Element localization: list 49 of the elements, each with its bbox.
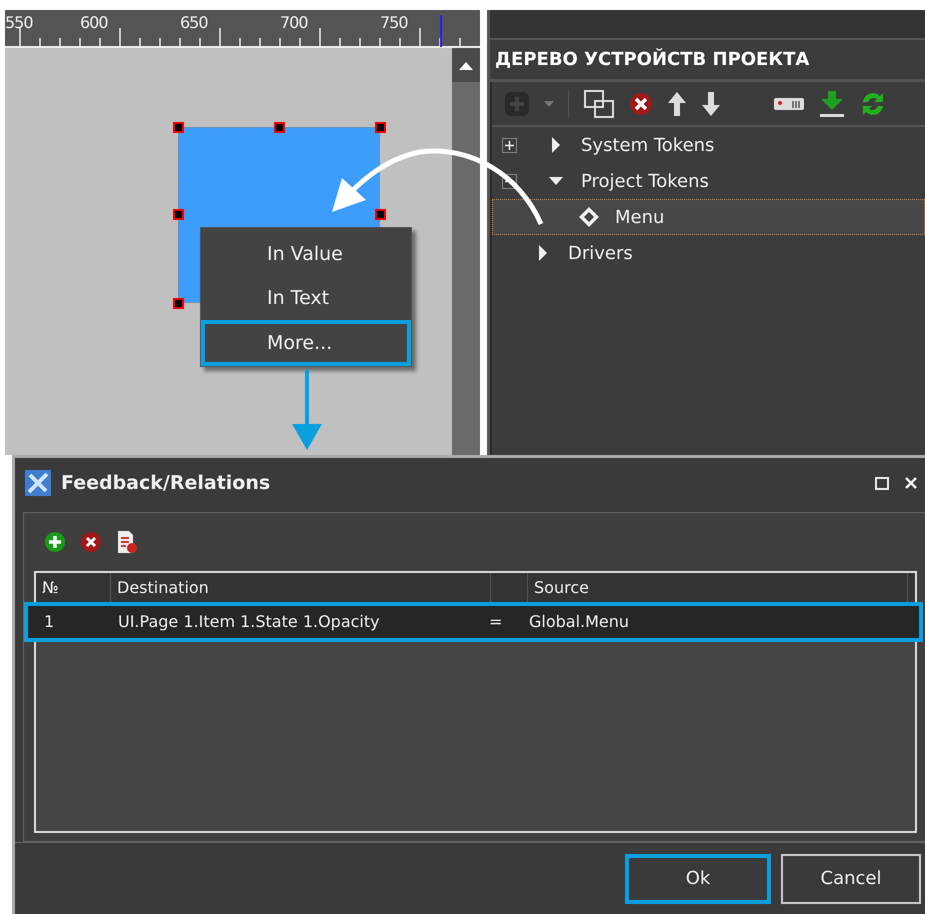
add-icon[interactable]	[44, 531, 66, 553]
up-arrow-icon[interactable]	[667, 90, 687, 116]
resize-handle[interactable]	[375, 122, 386, 133]
caret-icon[interactable]	[544, 100, 554, 106]
down-arrow-icon[interactable]	[701, 90, 721, 116]
delete-icon[interactable]	[629, 92, 653, 116]
tree-item[interactable]: Menu	[492, 199, 925, 235]
resize-handle[interactable]	[274, 122, 285, 133]
ruler-label: 650	[180, 12, 208, 34]
caret-right-icon[interactable]	[538, 245, 548, 261]
dialog-title: Feedback/Relations	[61, 470, 270, 496]
maximize-icon[interactable]	[875, 476, 889, 490]
diamond-icon	[577, 205, 601, 229]
expand-icon[interactable]	[502, 138, 517, 152]
collapse-icon[interactable]	[502, 174, 517, 188]
resize-handle[interactable]	[173, 298, 184, 309]
context-menu-option[interactable]: In Value	[201, 232, 411, 276]
tree-item[interactable]: Project Tokens	[492, 163, 925, 199]
cancel-button[interactable]: Cancel	[781, 854, 921, 904]
ruler-label: 550	[5, 12, 33, 34]
caret-down-icon[interactable]	[549, 175, 563, 187]
table-row[interactable]: 1 UI.Page 1.Item 1.State 1.Opacity = Global.Menu	[24, 602, 923, 642]
tree-item[interactable]: Drivers	[492, 235, 925, 271]
scrollbar[interactable]	[452, 48, 480, 455]
resize-handle[interactable]	[173, 122, 184, 133]
ruler-label: 750	[380, 12, 408, 34]
copy-icon[interactable]	[583, 88, 615, 118]
delete-icon[interactable]	[80, 531, 102, 553]
caret-right-icon[interactable]	[551, 137, 561, 153]
ok-button[interactable]: Ok	[625, 854, 771, 904]
panel-title: ДЕРЕВО УСТРОЙСТВ ПРОЕКТА	[490, 38, 925, 82]
scroll-up-button[interactable]	[452, 48, 480, 82]
resize-handle[interactable]	[375, 209, 386, 220]
tree-item[interactable]: System Tokens	[492, 127, 925, 163]
table-cell-text: UI.Page 1.Item 1.State 1.Opacity	[117, 611, 381, 633]
tools-icon	[25, 470, 51, 496]
download-icon[interactable]	[819, 90, 845, 118]
resize-handle[interactable]	[173, 209, 184, 220]
table-cell-text: Global.Menu	[528, 611, 630, 633]
table-cell-text: =	[488, 611, 504, 633]
close-icon[interactable]	[905, 477, 917, 489]
ruler-label: 700	[280, 12, 308, 34]
table-cell-text: 1	[43, 611, 56, 633]
context-menu-option[interactable]: More...	[201, 320, 411, 366]
ruler-label: 600	[80, 12, 108, 34]
clear-document-icon[interactable]	[116, 530, 138, 554]
device-icon[interactable]	[773, 96, 805, 110]
up-arrow-icon	[459, 60, 473, 70]
context-menu-option[interactable]: In Text	[201, 276, 411, 320]
